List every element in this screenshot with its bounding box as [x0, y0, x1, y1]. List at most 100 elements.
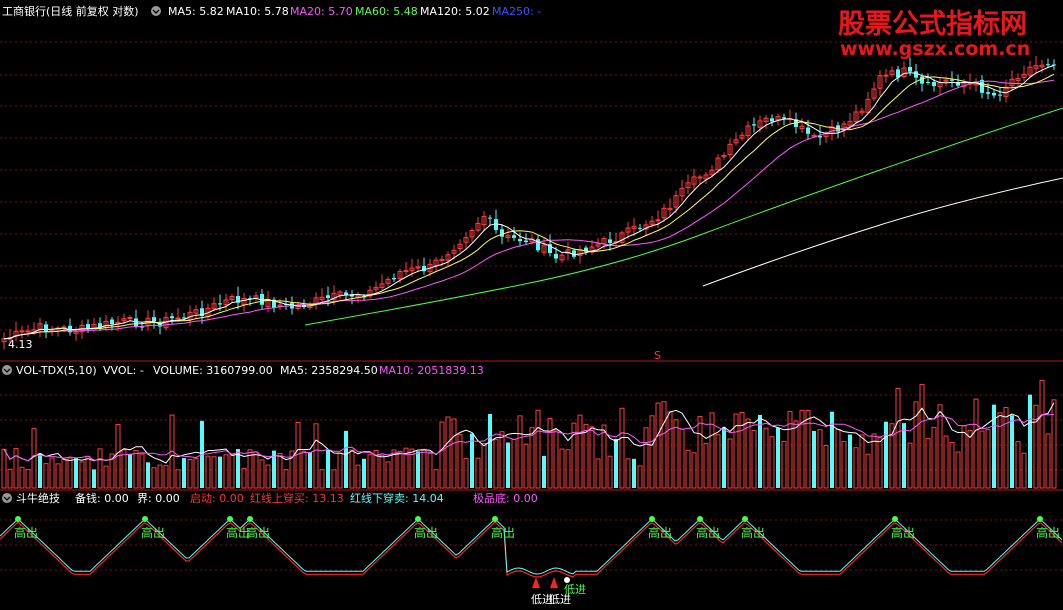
volume-bar	[121, 449, 127, 489]
volume-bar	[871, 433, 877, 489]
volume-bar	[937, 404, 943, 489]
volume-bar	[92, 469, 96, 488]
buy-signal-label: 低进	[564, 583, 586, 596]
watermark-title: 股票公式指标网	[838, 9, 1027, 40]
candle-body	[512, 235, 516, 238]
volume-bar	[673, 419, 679, 489]
volume-bar	[967, 430, 973, 489]
volume-bar	[1033, 404, 1039, 489]
candle-body	[608, 239, 612, 243]
candle-body	[697, 176, 703, 179]
volume-bar	[427, 452, 433, 489]
volume-bar	[787, 411, 793, 489]
candle-body	[344, 292, 348, 295]
volume-bar	[385, 461, 391, 489]
watermark-url: www.gszx.com.cn	[840, 38, 1030, 60]
volume-bar	[577, 414, 583, 489]
volume-bar	[841, 441, 847, 489]
volume-bar	[973, 398, 979, 489]
candle-body	[524, 240, 528, 243]
volume-bar	[547, 418, 553, 489]
volume-bar	[685, 449, 691, 489]
volume-bar	[463, 458, 469, 489]
volume-bar	[758, 414, 762, 488]
indicator-beiqian: 备钱: 0.00	[75, 491, 129, 505]
volume-bar	[931, 426, 937, 489]
volume-bar	[499, 431, 505, 489]
volume-bar	[655, 402, 661, 489]
volume-bar	[565, 449, 571, 489]
volume-bar	[1, 448, 7, 489]
volume-bar	[265, 464, 271, 489]
indicator-settings-icon[interactable]	[2, 493, 12, 503]
header-ma20: MA20: 5.70	[290, 5, 353, 18]
sell-signal-dot	[742, 516, 748, 522]
volume-bar	[67, 457, 73, 489]
header-ma250: MA250: -	[492, 5, 541, 18]
candle-body	[986, 92, 990, 94]
candle-body	[883, 74, 889, 77]
volume-bar	[308, 452, 312, 488]
volume-bar	[751, 430, 757, 489]
header-ma120: MA120: 5.02	[420, 5, 490, 18]
volume-bar	[391, 449, 397, 489]
volume-bar	[625, 458, 631, 489]
volume-bar	[1045, 433, 1051, 489]
candle-body	[182, 317, 186, 319]
volume-bar	[895, 388, 901, 489]
volume-bar	[739, 411, 745, 489]
volume-bar	[103, 465, 109, 489]
candle-body	[494, 219, 498, 231]
candlesticks[interactable]	[1, 56, 1056, 350]
volume-bar	[1039, 379, 1045, 489]
s-marker: S	[654, 349, 661, 362]
volume-bar	[241, 468, 247, 489]
candle-body	[572, 250, 576, 257]
volume-bar	[175, 469, 181, 489]
volume-bar	[313, 423, 319, 489]
candle-body	[908, 66, 912, 72]
volume-bar	[805, 409, 811, 489]
candle-body	[170, 316, 174, 319]
volume-bar	[337, 452, 343, 489]
volume-bar	[632, 458, 636, 488]
settings-circle-icon[interactable]	[151, 6, 161, 16]
volume-bar	[643, 427, 649, 489]
volume-bar	[715, 434, 721, 489]
volume-bar	[182, 458, 186, 488]
volume-ma10: MA10: 2051839.13	[379, 364, 484, 377]
volume-bar	[793, 420, 799, 489]
volume-bar	[902, 423, 906, 488]
candle-body	[439, 258, 445, 261]
candle-body	[326, 295, 330, 299]
volume-bar	[13, 448, 19, 489]
sell-signal-label: 高出	[741, 525, 765, 540]
candle-body	[175, 317, 181, 320]
volume-bar	[146, 462, 150, 488]
volume-bar	[919, 384, 925, 489]
volume-bar	[763, 427, 769, 489]
buy-arrow-icon	[532, 577, 540, 588]
volume-bar	[133, 450, 139, 489]
volume-bar	[283, 469, 289, 489]
volume-bar	[457, 434, 463, 489]
volume-bar	[925, 437, 931, 489]
volume-bar	[781, 440, 787, 489]
volume-bar	[830, 411, 834, 488]
volume-bar	[865, 453, 871, 489]
volume-settings-icon[interactable]	[2, 365, 12, 375]
stock-chart[interactable]: 高出 高出 高出高出 高出 高出 高出 高出 高出 高出 高出低进低进低进 工商银行(日线 前复权…	[0, 0, 1063, 610]
volume-bar	[506, 442, 510, 488]
candle-body	[218, 303, 222, 305]
volume-bar	[1028, 394, 1032, 488]
volume-bar	[949, 441, 955, 489]
candle-body	[752, 124, 756, 126]
grid-lines	[0, 41, 1063, 571]
volume-bar	[193, 458, 199, 489]
candle-body	[152, 317, 156, 322]
candle-body	[932, 82, 936, 87]
volume-bar	[859, 434, 865, 489]
volume-bar	[139, 453, 145, 489]
indicator-red-cross-up: 红线上穿买: 13.13	[250, 491, 344, 505]
candle-body	[655, 219, 661, 222]
